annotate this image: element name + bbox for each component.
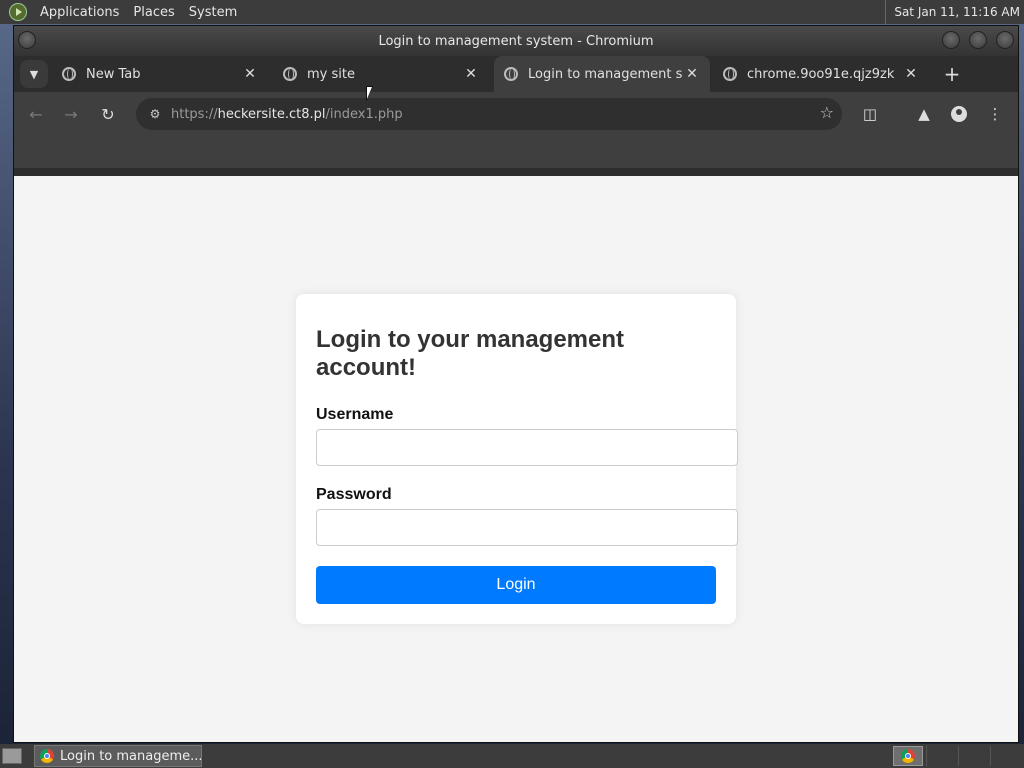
password-field[interactable] xyxy=(316,509,738,546)
close-window-button[interactable] xyxy=(996,31,1014,49)
chromium-icon xyxy=(901,749,915,763)
maximize-button[interactable] xyxy=(969,31,987,49)
top-panel: Applications Places System Sat Jan 11, 1… xyxy=(0,0,1024,24)
tab-strip: ▼ New Tab ✕ my site ✕ Login to managemen… xyxy=(14,56,1018,92)
window-menu-button[interactable] xyxy=(18,31,36,49)
url-path: /index1.php xyxy=(325,106,403,122)
profile-icon[interactable] xyxy=(947,102,971,126)
avatar xyxy=(951,106,967,122)
tab-search-button[interactable]: ▼ xyxy=(20,60,48,88)
back-button[interactable]: ← xyxy=(24,102,48,126)
forward-button[interactable]: → xyxy=(59,102,83,126)
flask-icon[interactable]: ▲ xyxy=(912,102,936,126)
tab-my-site[interactable]: my site ✕ xyxy=(273,56,489,92)
close-icon[interactable]: ✕ xyxy=(461,66,481,82)
tab-title: chrome.9oo91e.qjz9zk xyxy=(747,66,895,82)
login-card: Login to your management account! Userna… xyxy=(296,294,738,624)
reload-button[interactable]: ↻ xyxy=(96,102,120,126)
tab-new-tab[interactable]: New Tab ✕ xyxy=(52,56,268,92)
workspace-switcher-4[interactable] xyxy=(990,746,1021,766)
star-icon[interactable]: ☆ xyxy=(820,103,834,122)
arrow-right-icon: → xyxy=(64,104,78,124)
url-host: heckersite.ct8.pl xyxy=(217,106,326,122)
distro-logo-icon[interactable] xyxy=(9,3,27,21)
window-title: Login to management system - Chromium xyxy=(378,33,654,49)
chevron-down-icon: ▼ xyxy=(29,67,39,81)
globe-icon xyxy=(62,67,76,81)
globe-icon xyxy=(504,67,518,81)
page-title: Login to your management account! xyxy=(316,326,625,381)
url-text: https://heckersite.ct8.pl/index1.php xyxy=(171,107,403,122)
workspace-switcher-2[interactable] xyxy=(926,746,957,766)
menu-places[interactable]: Places xyxy=(126,5,181,20)
tab-title: New Tab xyxy=(86,66,141,82)
globe-icon xyxy=(283,67,297,81)
globe-icon xyxy=(723,67,737,81)
menu-applications[interactable]: Applications xyxy=(33,5,126,20)
tab-login-management[interactable]: Login to management system ✕ xyxy=(494,56,710,92)
workspace-switcher-3[interactable] xyxy=(958,746,989,766)
minimize-button[interactable] xyxy=(942,31,960,49)
workspace-switcher-1[interactable] xyxy=(893,746,923,766)
show-desktop-button[interactable] xyxy=(2,748,22,764)
tab-title: Login to management system xyxy=(528,66,682,82)
reload-icon: ↻ xyxy=(101,104,115,124)
page-viewport: Login to your management account! Userna… xyxy=(14,176,1018,742)
window-titlebar[interactable]: Login to management system - Chromium xyxy=(14,26,1018,56)
task-label: Login to manageme... xyxy=(60,748,201,764)
chromium-icon xyxy=(40,749,54,763)
browser-toolbar: ← → ↻ ⚙ https://heckersite.ct8.pl/index1… xyxy=(14,92,1018,136)
site-info-icon[interactable]: ⚙ xyxy=(144,103,166,125)
plus-icon: + xyxy=(943,62,961,86)
tab-title: my site xyxy=(307,66,355,82)
address-bar[interactable]: ⚙ https://heckersite.ct8.pl/index1.php ☆ xyxy=(136,98,842,130)
login-button[interactable]: Login xyxy=(316,566,716,604)
bookmark-bar xyxy=(14,136,1018,168)
puzzle-icon[interactable]: ◫ xyxy=(858,102,882,126)
arrow-left-icon: ← xyxy=(29,104,43,124)
browser-window: Login to management system - Chromium ▼ … xyxy=(14,26,1018,742)
close-icon[interactable]: ✕ xyxy=(901,66,921,82)
username-field[interactable] xyxy=(316,429,738,466)
tab-chrome-site[interactable]: chrome.9oo91e.qjz9zk ✕ xyxy=(713,56,929,92)
kebab-menu-icon[interactable]: ⋮ xyxy=(983,102,1007,126)
url-scheme: https:// xyxy=(171,106,218,122)
taskbar-item-chromium[interactable]: Login to manageme... xyxy=(34,745,202,767)
close-icon[interactable]: ✕ xyxy=(682,66,702,82)
username-label: Username xyxy=(316,406,394,423)
password-label: Password xyxy=(316,486,392,503)
menu-system[interactable]: System xyxy=(182,5,244,20)
bottom-panel: Login to manageme... xyxy=(0,744,1024,768)
close-icon[interactable]: ✕ xyxy=(240,66,260,82)
new-tab-button[interactable]: + xyxy=(940,62,964,86)
clock[interactable]: Sat Jan 11, 11:16 AM xyxy=(885,0,1020,24)
mouse-pointer-icon xyxy=(366,86,373,102)
